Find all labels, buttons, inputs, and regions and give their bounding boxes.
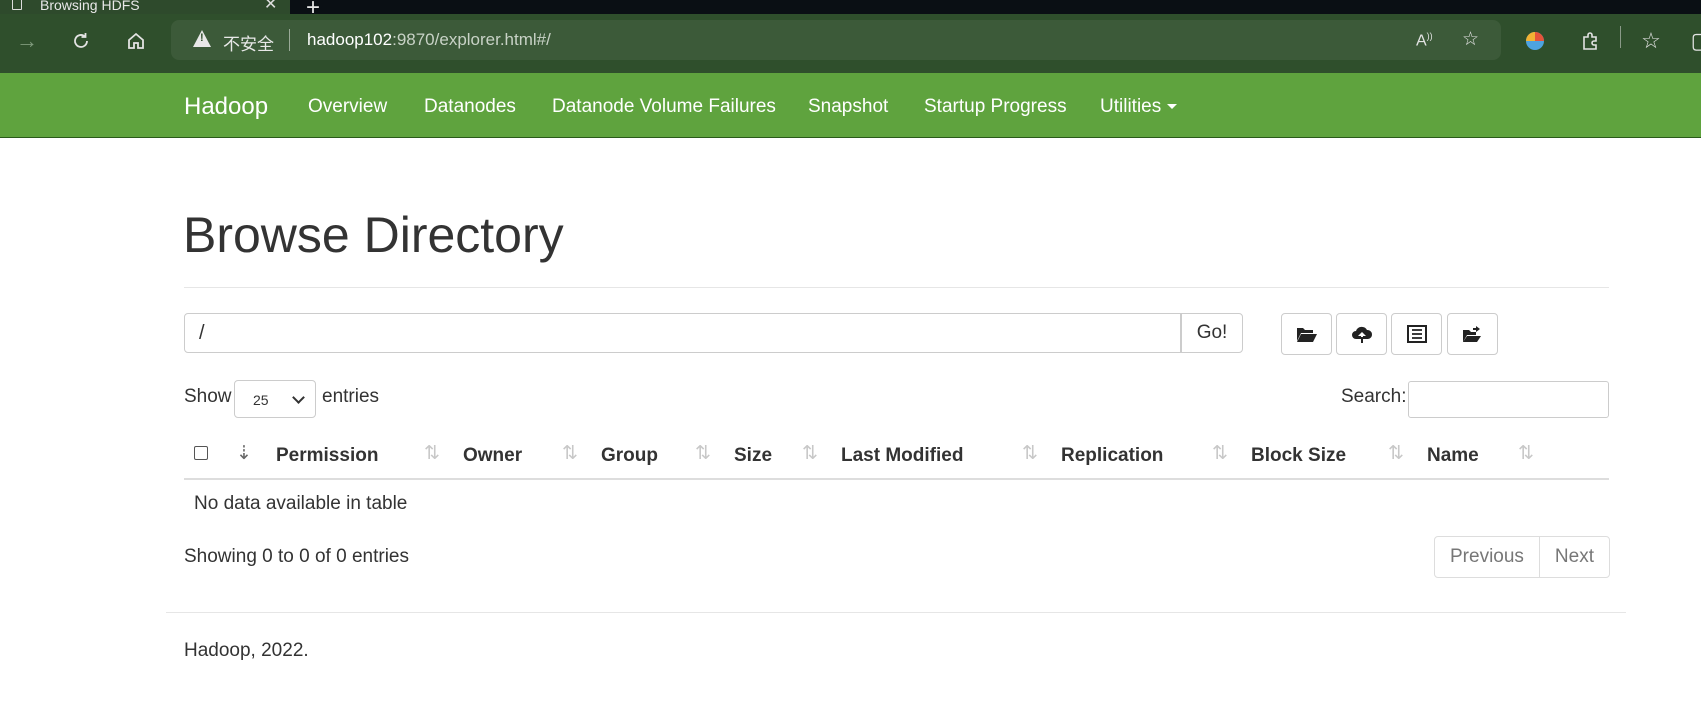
column-name[interactable]: Name	[1427, 445, 1479, 467]
caret-down-icon	[1167, 104, 1178, 110]
chevron-down-icon	[292, 391, 305, 404]
nav-utilities[interactable]: Utilities	[1100, 96, 1178, 118]
browser-toolbar: → 不安全 hadoop102:9870/explorer.html#/ A))…	[0, 14, 1701, 73]
home-icon[interactable]	[121, 26, 151, 56]
profile-icon[interactable]	[1520, 26, 1550, 56]
brand[interactable]: Hadoop	[184, 93, 268, 121]
next-button[interactable]: Next	[1538, 537, 1609, 577]
column-group[interactable]: Group	[601, 445, 658, 467]
nav-snapshot[interactable]: Snapshot	[808, 96, 888, 118]
close-icon[interactable]: ✕	[264, 0, 277, 14]
browser-tabstrip: Browsing HDFS ✕ +	[0, 0, 1701, 21]
select-all-checkbox[interactable]	[194, 446, 208, 460]
previous-button[interactable]: Previous	[1435, 537, 1539, 577]
address-bar[interactable]: 不安全 hadoop102:9870/explorer.html#/ A)) ☆	[171, 20, 1501, 60]
table-info: Showing 0 to 0 of 0 entries	[184, 546, 409, 567]
open-folder-button[interactable]	[1281, 313, 1332, 355]
nav-overview[interactable]: Overview	[308, 96, 387, 118]
cloud-upload-icon	[1351, 326, 1372, 343]
nav-datanodes[interactable]: Datanodes	[424, 96, 516, 118]
url-host: hadoop102	[307, 30, 393, 49]
search-input[interactable]	[1408, 381, 1609, 418]
list-button[interactable]	[1391, 313, 1442, 355]
directory-path-input[interactable]: /	[184, 313, 1181, 353]
nav-startup-progress[interactable]: Startup Progress	[924, 96, 1067, 118]
browser-tab[interactable]: Browsing HDFS ✕	[0, 0, 290, 14]
hadoop-navbar: Hadoop Overview Datanodes Datanode Volum…	[0, 73, 1701, 138]
page-icon	[12, 0, 22, 10]
column-replication[interactable]: Replication	[1061, 445, 1163, 467]
column-permission[interactable]: Permission	[276, 445, 378, 467]
sort-icon[interactable]: ⇅	[1388, 442, 1404, 465]
reload-icon[interactable]	[66, 26, 96, 56]
title-divider	[184, 287, 1609, 288]
extensions-icon[interactable]	[1575, 26, 1605, 56]
nav-datanode-volume-failures[interactable]: Datanode Volume Failures	[552, 96, 776, 118]
list-icon	[1406, 325, 1427, 343]
folder-open-icon	[1296, 328, 1317, 342]
search-label: Search:	[1341, 386, 1407, 407]
table-header-divider	[184, 478, 1609, 480]
empty-table-message: No data available in table	[194, 493, 408, 514]
column-size[interactable]: Size	[734, 445, 772, 467]
entries-label: entries	[322, 386, 380, 407]
sort-icon[interactable]: ⇅	[1518, 442, 1534, 465]
warning-icon	[193, 30, 211, 47]
url-text[interactable]: hadoop102:9870/explorer.html#/	[307, 30, 551, 50]
forward-icon[interactable]: →	[12, 26, 42, 56]
upload-button[interactable]	[1336, 313, 1387, 355]
folder-move-icon	[1462, 326, 1481, 342]
sort-icon[interactable]: ⇅	[695, 442, 711, 465]
column-owner[interactable]: Owner	[463, 445, 522, 467]
sort-icon[interactable]: ⇅	[802, 442, 818, 465]
go-button[interactable]: Go!	[1181, 313, 1243, 353]
collections-icon[interactable]: ▢	[1686, 26, 1701, 56]
favorites-icon[interactable]: ☆	[1636, 26, 1666, 56]
page-title: Browse Directory	[183, 207, 564, 263]
address-separator	[289, 29, 290, 51]
show-label: Show	[184, 386, 232, 407]
sort-asc-icon[interactable]: ⇣	[236, 442, 252, 465]
sort-icon[interactable]: ⇅	[1022, 442, 1038, 465]
column-last-modified[interactable]: Last Modified	[841, 445, 963, 467]
add-favorite-icon[interactable]: ☆	[1462, 28, 1479, 51]
page-size-value: 25	[253, 392, 269, 408]
footer-text: Hadoop, 2022.	[184, 640, 309, 661]
page-size-select[interactable]: 25	[234, 380, 316, 418]
column-block-size[interactable]: Block Size	[1251, 445, 1346, 467]
pagination: Previous Next	[1434, 536, 1610, 578]
read-aloud-icon[interactable]: A))	[1416, 31, 1433, 50]
security-label[interactable]: 不安全	[223, 30, 274, 55]
sort-icon[interactable]: ⇅	[562, 442, 578, 465]
sort-icon[interactable]: ⇅	[1212, 442, 1228, 465]
nav-utilities-label: Utilities	[1100, 96, 1162, 117]
sort-icon[interactable]: ⇅	[424, 442, 440, 465]
url-path: :9870/explorer.html#/	[392, 30, 551, 49]
toolbar-separator	[1620, 26, 1621, 48]
move-folder-button[interactable]	[1447, 313, 1498, 355]
footer-divider	[166, 612, 1626, 613]
tab-title: Browsing HDFS	[40, 0, 140, 13]
